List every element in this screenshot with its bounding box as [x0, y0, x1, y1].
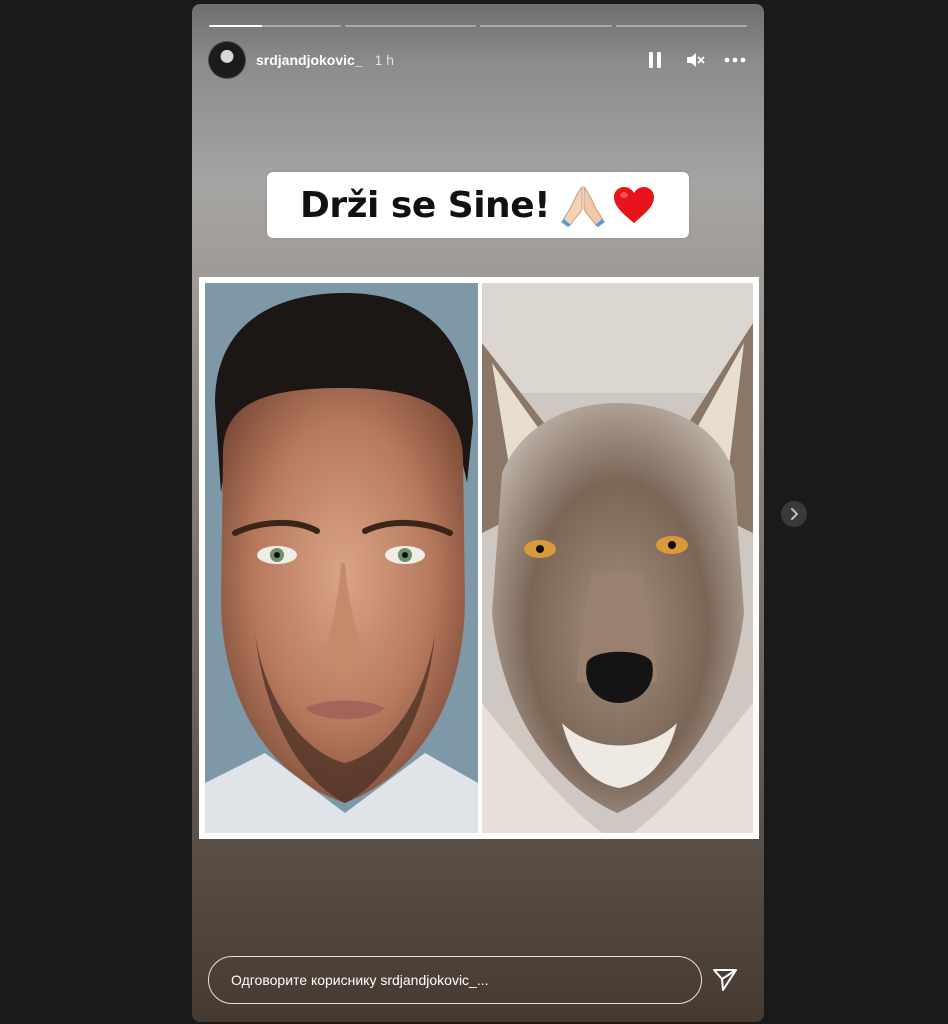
photo-collage: [199, 277, 759, 839]
portrait-photo: [205, 283, 478, 833]
post-time: 1 h: [374, 52, 395, 68]
username[interactable]: srdjandjokovic_: [256, 52, 363, 68]
wolf-photo: [482, 283, 753, 833]
reply-input[interactable]: Одговорите кориснику srdjandjokovic_...: [208, 956, 702, 1004]
pause-icon[interactable]: [642, 47, 668, 73]
red-heart-emoji: [614, 187, 655, 223]
progress-segment: [615, 25, 747, 27]
progress-segment: [344, 25, 476, 27]
story-progress-bar: [209, 25, 747, 27]
story-header: srdjandjokovic_ 1 h: [208, 40, 748, 80]
story-viewer: srdjandjokovic_ 1 h Drži se Sine! Одгово…: [192, 4, 764, 1022]
more-dots-icon[interactable]: [722, 47, 748, 73]
story-caption-sticker: Drži se Sine!: [267, 172, 689, 238]
caption-text: Drži se Sine!: [299, 184, 551, 226]
reply-placeholder: Одговорите кориснику srdjandjokovic_...: [231, 972, 489, 988]
avatar[interactable]: [208, 41, 246, 79]
progress-segment: [209, 25, 341, 27]
speaker-muted-icon[interactable]: [682, 47, 708, 73]
chevron-right-icon[interactable]: [781, 501, 807, 527]
send-icon[interactable]: [709, 966, 741, 994]
praying-hands-emoji: [561, 185, 606, 227]
story-controls: [642, 47, 748, 73]
caption-emojis: [560, 183, 656, 227]
progress-segment: [480, 25, 612, 27]
